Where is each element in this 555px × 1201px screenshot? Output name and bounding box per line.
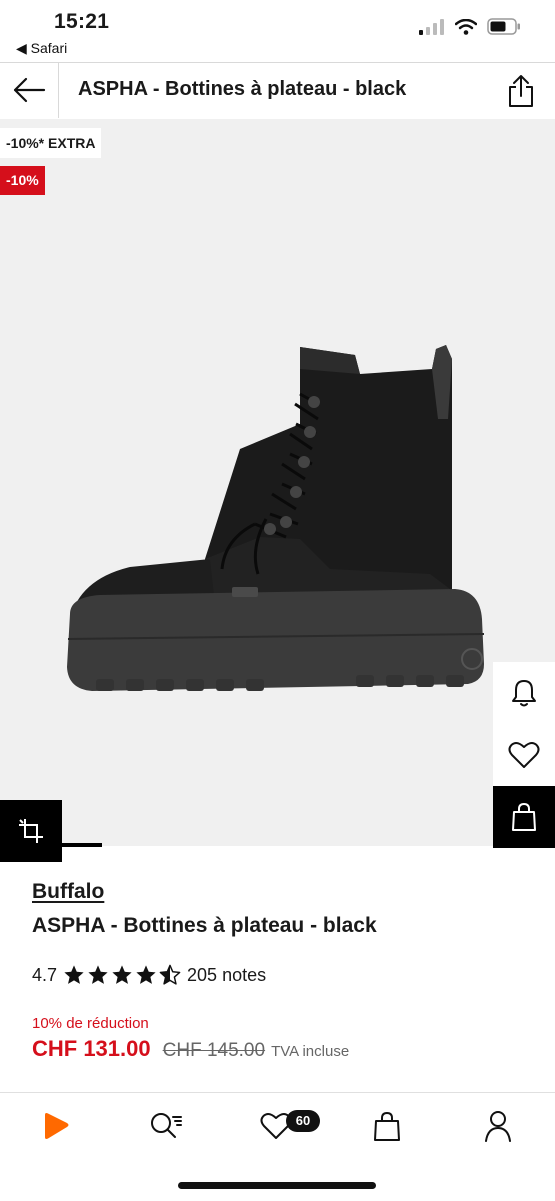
original-price: CHF 145.00 — [162, 1040, 266, 1061]
product-image — [67, 345, 485, 691]
nav-bag[interactable] — [357, 1104, 417, 1148]
profile-icon — [485, 1111, 511, 1142]
rating-stars — [63, 964, 181, 986]
notify-button[interactable] — [493, 662, 555, 724]
arrow-left-icon — [13, 77, 46, 103]
star-full-icon — [136, 965, 156, 984]
star-full-icon — [88, 965, 108, 984]
crop-icon — [19, 819, 43, 843]
star-half-icon — [159, 964, 181, 985]
nav-profile[interactable] — [468, 1104, 528, 1148]
price-row: CHF 131.00 CHF 145.00 TVA incluse — [32, 1036, 349, 1062]
search-icon — [151, 1113, 182, 1138]
nav-search[interactable] — [136, 1104, 196, 1148]
status-time: 15:21 — [54, 10, 110, 33]
discount-badge: -10% — [0, 166, 45, 195]
share-button[interactable] — [500, 70, 542, 112]
home-indicator — [178, 1182, 376, 1189]
wifi-icon — [455, 18, 477, 35]
header-divider — [58, 62, 59, 118]
image-pager-indicator — [62, 843, 102, 847]
shopping-bag-icon — [512, 802, 536, 831]
page-title: ASPHA - Bottines à plateau - black — [78, 78, 407, 100]
product-name: ASPHA - Bottines à plateau - black — [32, 914, 377, 937]
status-icons — [419, 18, 521, 35]
star-full-icon — [112, 965, 132, 984]
product-image-gallery[interactable] — [0, 119, 555, 846]
discount-text: 10% de réduction — [32, 1015, 149, 1032]
share-icon — [509, 75, 533, 107]
view-similar-button[interactable] — [0, 800, 62, 862]
heart-icon — [508, 741, 540, 768]
rating-count: 205 notes — [187, 964, 267, 985]
vat-note: TVA incluse — [271, 1043, 350, 1060]
back-to-safari[interactable]: ◀ Safari — [16, 40, 67, 57]
rating-row[interactable]: 4.7 205 notes — [32, 964, 266, 986]
home-icon — [45, 1113, 69, 1139]
star-full-icon — [64, 965, 84, 984]
brand-link[interactable]: Buffalo — [32, 880, 104, 904]
battery-icon — [487, 18, 520, 35]
wishlist-count-badge: 60 — [286, 1110, 320, 1132]
extra-discount-badge: -10%* EXTRA — [0, 128, 102, 158]
current-price: CHF 131.00 — [32, 1036, 151, 1061]
bell-icon — [512, 680, 536, 707]
rating-value: 4.7 — [32, 964, 58, 985]
cellular-icon — [419, 18, 444, 35]
bag-icon — [374, 1111, 400, 1141]
add-to-bag-button[interactable] — [493, 786, 555, 848]
nav-home[interactable] — [26, 1104, 86, 1148]
wishlist-add-button[interactable] — [493, 724, 555, 786]
back-button[interactable] — [8, 70, 50, 110]
